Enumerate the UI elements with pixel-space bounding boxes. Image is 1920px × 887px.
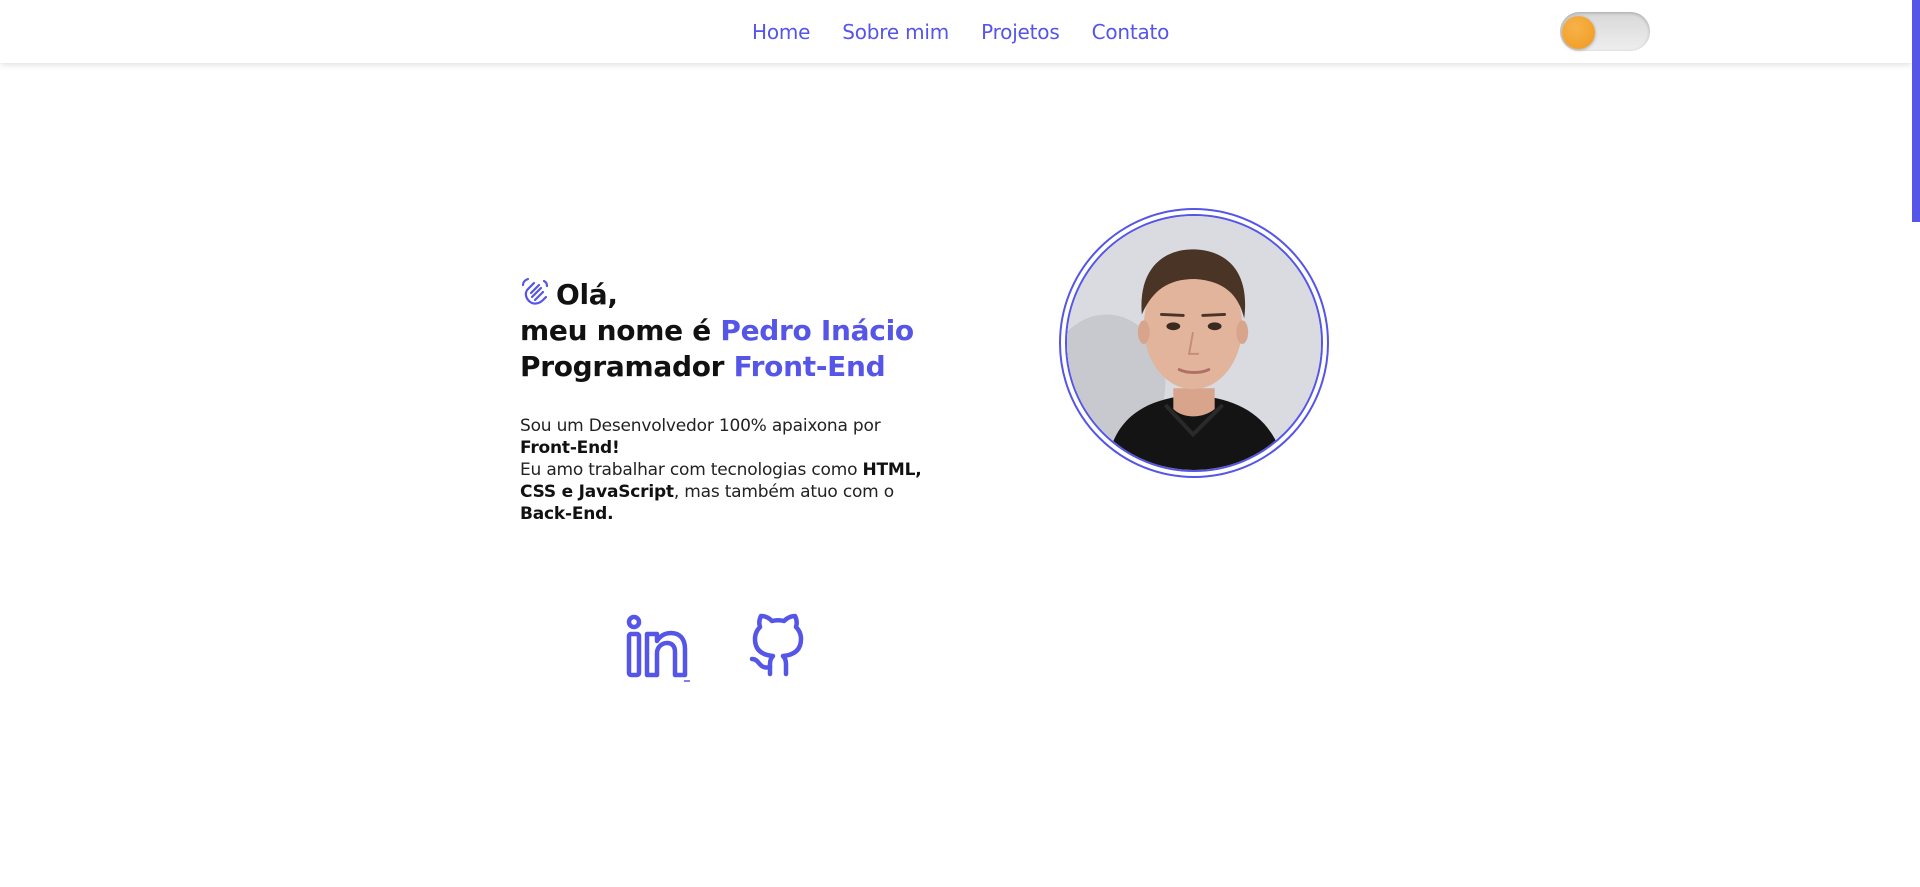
hero-heading: Olá, meu nome é Pedro Inácio Programador… xyxy=(520,276,940,385)
bio-text-1: Sou um Desenvolvedor 100% apaixona por xyxy=(520,416,881,436)
bio-text-2: Eu amo trabalhar com tecnologias como xyxy=(520,460,863,480)
nav-projects-link[interactable]: Projetos xyxy=(981,20,1060,44)
hero-intro: Olá, meu nome é Pedro Inácio Programador… xyxy=(520,276,940,542)
github-icon xyxy=(749,613,804,677)
waving-hand-icon xyxy=(520,276,550,306)
social-links xyxy=(620,612,814,684)
name-prefix: meu nome é xyxy=(520,314,721,347)
bio-bold-3: Back-End. xyxy=(520,504,614,524)
role-prefix: Programador xyxy=(520,350,734,383)
profile-photo-frame xyxy=(1059,208,1329,478)
linkedin-icon xyxy=(626,614,690,682)
nav-about-link[interactable]: Sobre mim xyxy=(842,20,949,44)
nav-contact-link[interactable]: Contato xyxy=(1092,20,1170,44)
nav-home-link[interactable]: Home xyxy=(752,20,810,44)
profile-photo xyxy=(1065,214,1323,472)
theme-toggle[interactable] xyxy=(1560,12,1650,51)
github-link[interactable] xyxy=(742,612,814,684)
developer-name: Pedro Inácio xyxy=(720,314,914,347)
developer-role: Front-End xyxy=(733,350,886,383)
main-nav: Home Sobre mim Projetos Contato xyxy=(752,20,1169,44)
bio-paragraph: Sou um Desenvolvedor 100% apaixona por F… xyxy=(520,415,940,525)
top-navbar: Home Sobre mim Projetos Contato xyxy=(0,0,1912,63)
scrollbar-thumb[interactable] xyxy=(1912,0,1920,222)
greeting-text: Olá, xyxy=(556,278,618,311)
theme-toggle-knob xyxy=(1562,16,1595,49)
bio-text-3: , mas também atuo com o xyxy=(673,482,894,502)
linkedin-link[interactable] xyxy=(620,612,692,684)
profile-photo-illustration xyxy=(1067,216,1321,470)
bio-bold-1: Front-End! xyxy=(520,438,620,458)
